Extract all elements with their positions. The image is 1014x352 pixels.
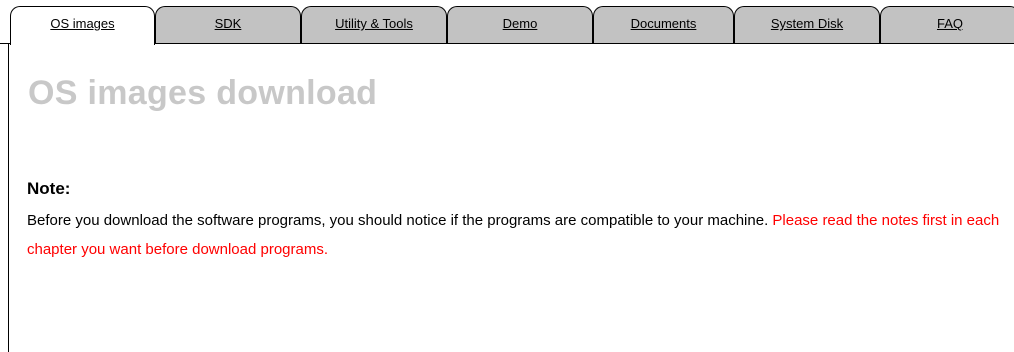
tab-demo-label[interactable]: Demo	[503, 16, 538, 31]
tab-documents-label[interactable]: Documents	[631, 16, 697, 31]
tab-faq-label[interactable]: FAQ	[937, 16, 963, 31]
tab-bar: OS images SDK Utility & Tools Demo Docum…	[0, 0, 1014, 45]
tab-sdk[interactable]: SDK	[155, 6, 301, 44]
tab-demo[interactable]: Demo	[447, 6, 593, 44]
tab-utility-tools[interactable]: Utility & Tools	[301, 6, 447, 44]
note-body: Before you download the software program…	[27, 206, 1014, 264]
tab-sdk-label[interactable]: SDK	[215, 16, 242, 31]
content-panel: OS images download Note: Before you down…	[8, 44, 1014, 352]
tab-os-images[interactable]: OS images	[10, 6, 155, 45]
tab-documents[interactable]: Documents	[593, 6, 734, 44]
note-text: Before you download the software program…	[27, 212, 769, 229]
tab-faq[interactable]: FAQ	[880, 6, 1014, 44]
page-title: OS images download	[28, 74, 378, 112]
note-heading: Note:	[27, 179, 71, 198]
tab-utility-tools-label[interactable]: Utility & Tools	[335, 16, 413, 31]
tab-os-images-label[interactable]: OS images	[50, 16, 114, 31]
tab-system-disk-label[interactable]: System Disk	[771, 16, 843, 31]
tab-system-disk[interactable]: System Disk	[734, 6, 880, 44]
